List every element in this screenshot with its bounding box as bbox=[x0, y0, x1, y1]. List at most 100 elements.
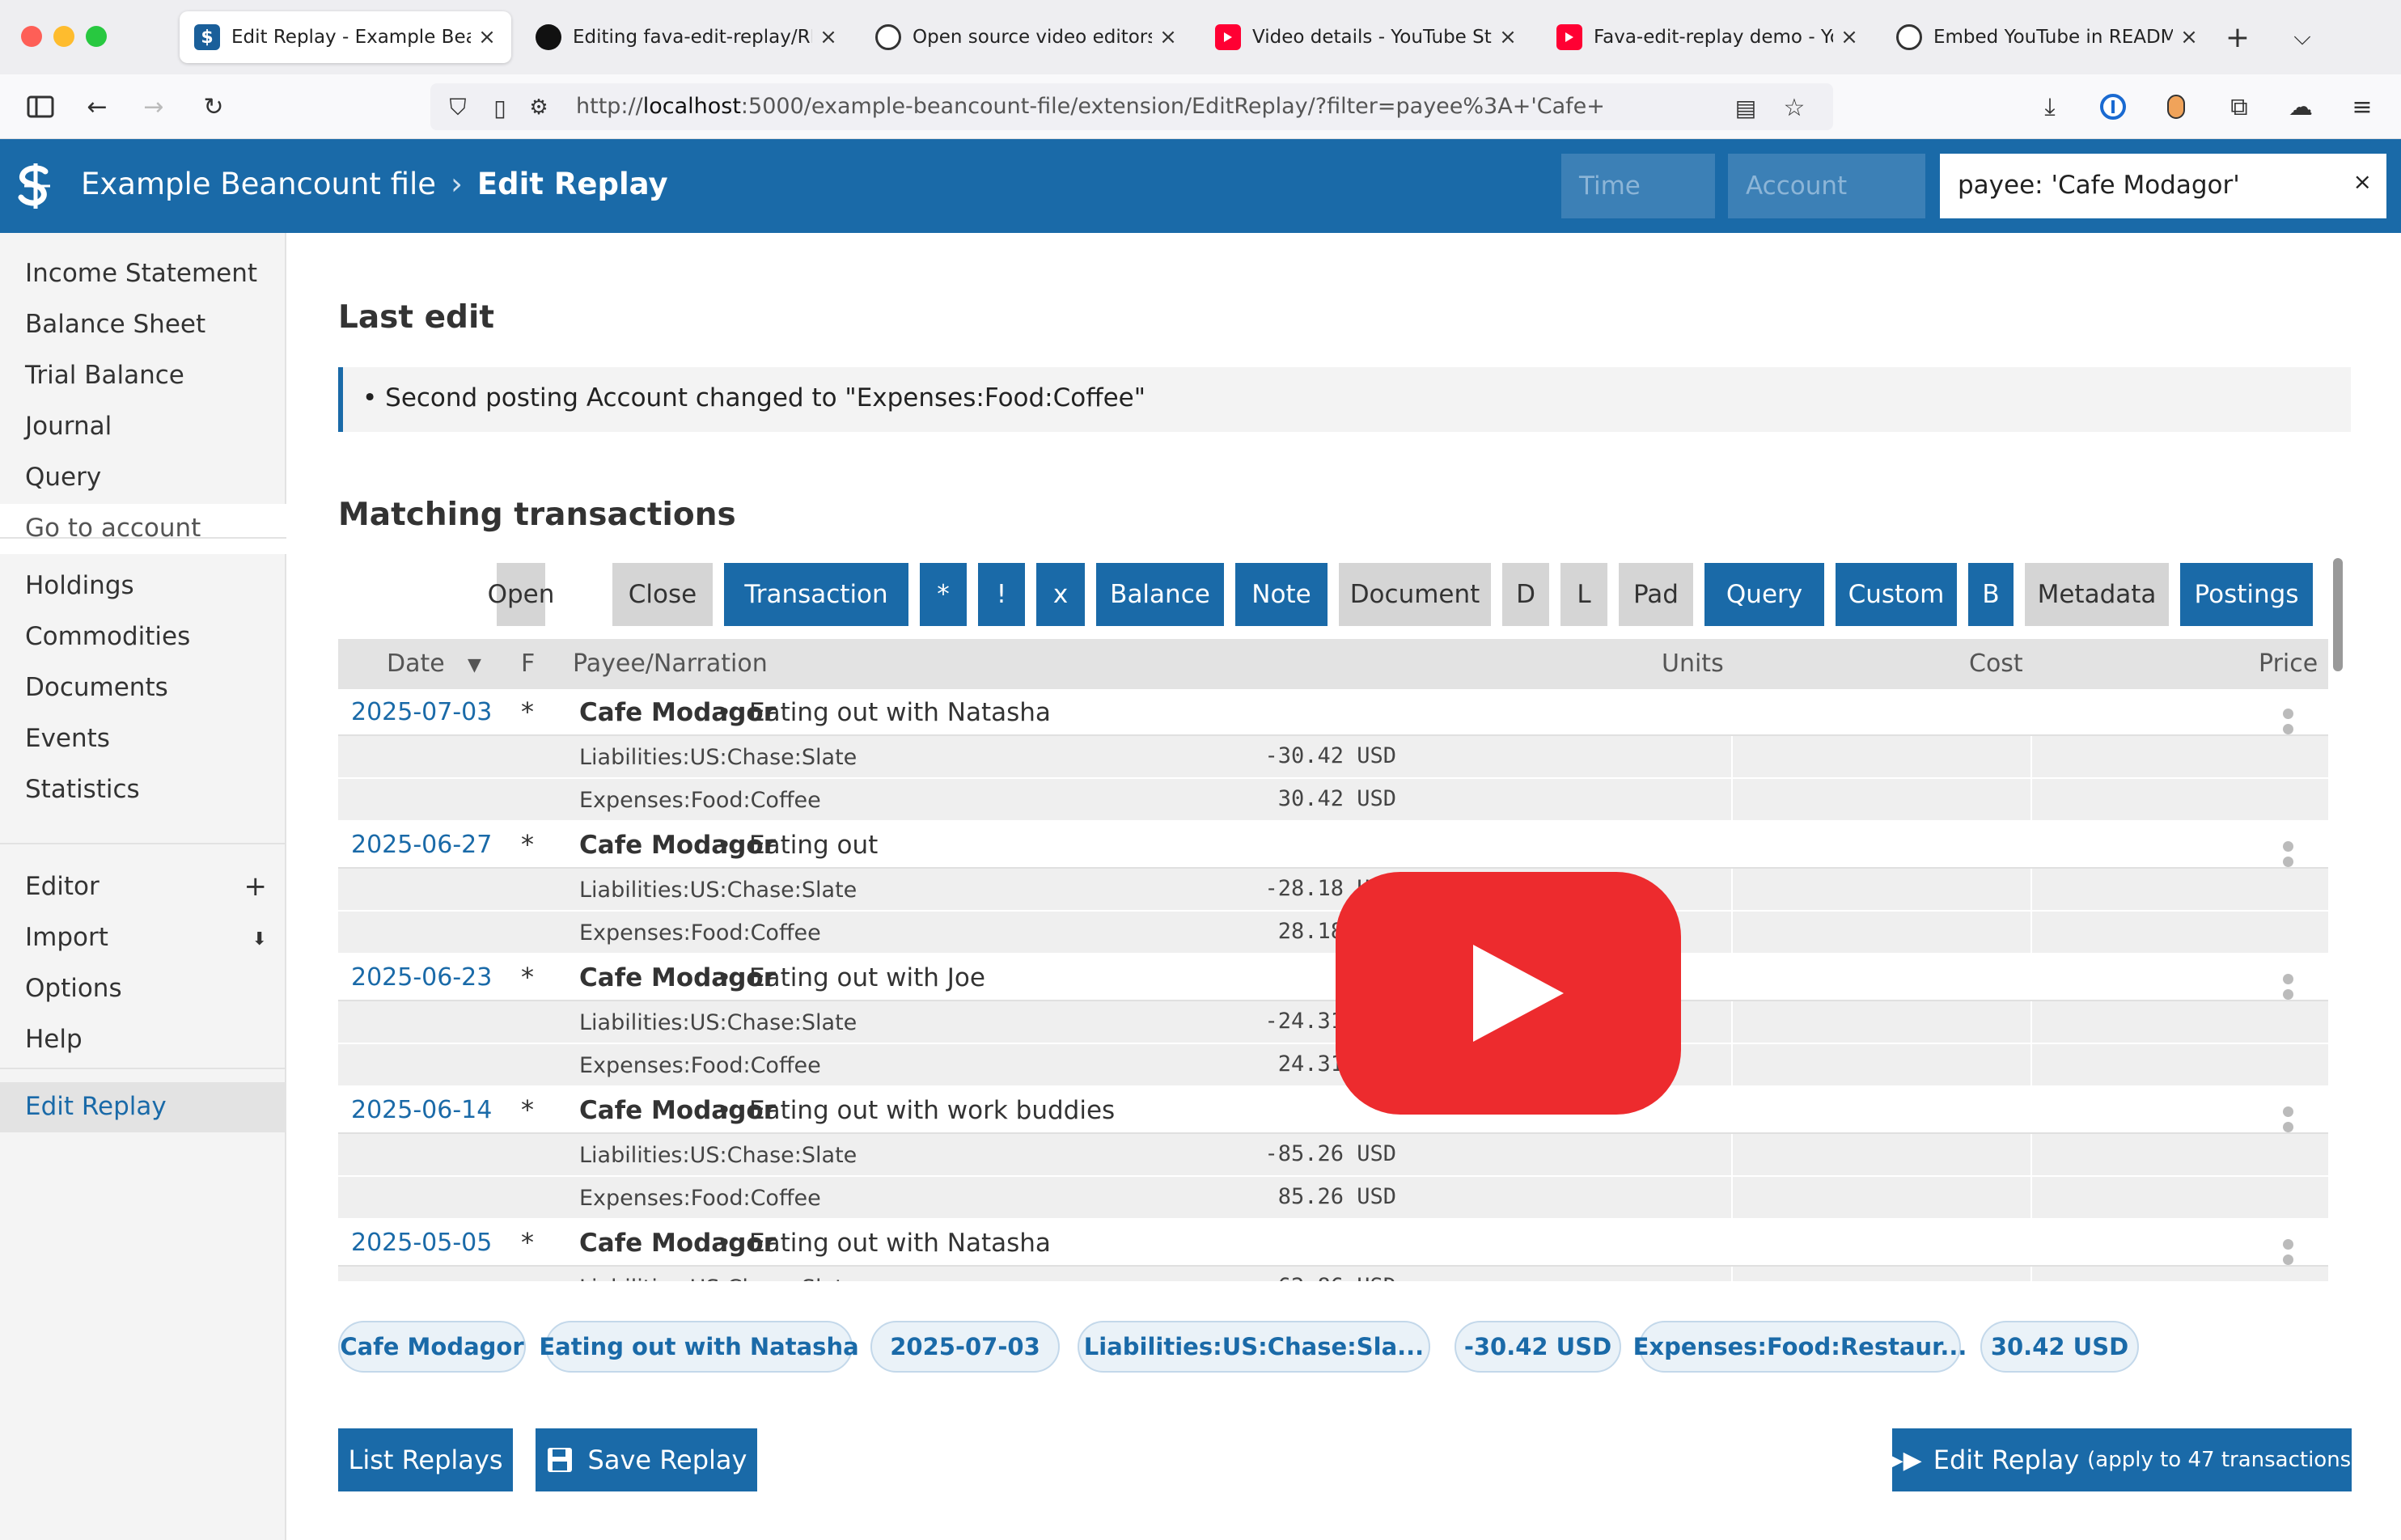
posting-account[interactable]: Liabilities:US:Chase:Slate bbox=[579, 745, 857, 770]
tab-close-icon[interactable]: × bbox=[1840, 25, 1859, 49]
edit-token-chip[interactable]: Liabilities:US:Chase:Sla... bbox=[1078, 1321, 1430, 1373]
sidebar-item-balance-sheet[interactable]: Balance Sheet bbox=[0, 300, 286, 350]
reload-icon[interactable]: ↻ bbox=[196, 89, 231, 125]
sidebar-item-journal[interactable]: Journal bbox=[0, 402, 286, 452]
sidebar-toggle-icon[interactable] bbox=[23, 89, 58, 125]
filter-button-document[interactable]: Document bbox=[1339, 563, 1491, 626]
filter-input[interactable]: payee: 'Cafe Modagor' × bbox=[1940, 154, 2386, 218]
extensions-puzzle-icon[interactable]: ⧉ bbox=[2221, 89, 2257, 125]
permissions-icon[interactable]: ⚙ bbox=[521, 90, 557, 125]
time-filter-input[interactable]: Time bbox=[1561, 154, 1715, 218]
transaction-flag[interactable]: * bbox=[521, 1094, 534, 1125]
sidebar-item-query[interactable]: Query bbox=[0, 453, 286, 503]
posting-account[interactable]: Expenses:Food:Coffee bbox=[579, 1186, 821, 1211]
edit-token-chip[interactable]: Eating out with Natasha bbox=[539, 1321, 859, 1373]
bookmark-star-icon[interactable]: ☆ bbox=[1776, 90, 1812, 125]
transaction-date-link[interactable]: 2025-05-05 bbox=[351, 1229, 492, 1257]
sidebar-item-options[interactable]: Options bbox=[0, 964, 286, 1014]
list-replays-button[interactable]: List Replays bbox=[338, 1428, 513, 1491]
sidebar-item-trial-balance[interactable]: Trial Balance bbox=[0, 351, 286, 401]
posting-account[interactable]: Liabilities:US:Chase:Slate bbox=[579, 1010, 857, 1035]
window-maximize-button[interactable] bbox=[86, 26, 107, 47]
more-options-icon[interactable] bbox=[2283, 840, 2315, 867]
filter-input-value[interactable]: payee: 'Cafe Modagor' bbox=[1958, 171, 2240, 200]
posting-account[interactable]: Expenses:Food:Coffee bbox=[579, 920, 821, 946]
sidebar-item-edit-replay[interactable]: Edit Replay bbox=[0, 1082, 286, 1132]
filter-button-l[interactable]: L bbox=[1560, 563, 1607, 626]
browser-tab[interactable]: $ Edit Replay - Example Beanco × bbox=[180, 11, 511, 63]
transaction-row[interactable]: 2025-06-14 * Cafe Modagor • Eating out with … bbox=[338, 1087, 2328, 1134]
tab-close-icon[interactable]: × bbox=[477, 25, 497, 49]
window-minimize-button[interactable] bbox=[53, 26, 74, 47]
url-text[interactable]: http://localhost:5000/example-beancount-… bbox=[576, 94, 1603, 119]
sidebar-item-events[interactable]: Events bbox=[0, 714, 286, 764]
sidebar-item-income-statement[interactable]: Income Statement bbox=[0, 249, 286, 299]
filter-button-x[interactable]: x bbox=[1036, 563, 1085, 626]
transaction-date-link[interactable]: 2025-07-03 bbox=[351, 698, 492, 726]
transaction-date-link[interactable]: 2025-06-23 bbox=[351, 963, 492, 992]
youtube-play-icon[interactable] bbox=[1336, 872, 1681, 1115]
transaction-flag[interactable]: * bbox=[521, 962, 534, 992]
filter-button-close[interactable]: Close bbox=[612, 563, 713, 626]
hamburger-menu-icon[interactable]: ≡ bbox=[2344, 89, 2380, 125]
sidebar-item-statistics[interactable]: Statistics bbox=[0, 765, 286, 815]
filter-button-note[interactable]: Note bbox=[1235, 563, 1328, 626]
browser-tab[interactable]: Embed YouTube in README × bbox=[1882, 11, 2213, 63]
edit-token-chip[interactable]: 2025-07-03 bbox=[870, 1321, 1060, 1373]
back-arrow-icon[interactable]: ← bbox=[79, 89, 115, 125]
new-tab-plus-icon[interactable]: + bbox=[2220, 19, 2255, 55]
extension-orange-icon[interactable] bbox=[2158, 89, 2194, 125]
edit-replay-button[interactable]: ▶▶ Edit Replay (apply to 47 transactions… bbox=[1885, 1428, 2359, 1491]
filter-button-query[interactable]: Query bbox=[1704, 563, 1824, 626]
downloads-icon[interactable]: ⤓ bbox=[2032, 89, 2068, 125]
browser-tab[interactable]: Open source video editors × bbox=[861, 11, 1192, 63]
posting-account[interactable]: Liabilities:US:Chase:Slate bbox=[579, 1276, 857, 1281]
more-options-icon[interactable] bbox=[2283, 707, 2315, 734]
col-price[interactable]: Price bbox=[2259, 649, 2318, 678]
col-date[interactable]: Date bbox=[387, 649, 445, 678]
edit-token-chip[interactable]: 30.42 USD bbox=[1980, 1321, 2139, 1373]
filter-button-d[interactable]: D bbox=[1502, 563, 1549, 626]
ledger-title-link[interactable]: Example Beancount file bbox=[81, 167, 436, 201]
filter-button-open[interactable]: Open bbox=[488, 563, 554, 626]
save-replay-button[interactable]: Save Replay bbox=[536, 1428, 757, 1491]
add-plus-icon[interactable]: + bbox=[244, 870, 268, 903]
posting-account[interactable]: Expenses:Food:Coffee bbox=[579, 788, 821, 813]
transaction-flag[interactable]: * bbox=[521, 696, 534, 727]
filter-button-flag-star[interactable]: * bbox=[920, 563, 967, 626]
forward-arrow-icon[interactable]: → bbox=[136, 89, 172, 125]
sidebar-item-go-to-account[interactable]: Go to account bbox=[0, 504, 286, 554]
tab-close-icon[interactable]: × bbox=[819, 25, 838, 49]
edit-token-chip[interactable]: Cafe Modagor bbox=[338, 1321, 526, 1373]
url-bar[interactable]: ⛉ ▯ ⚙ http://localhost:5000/example-bean… bbox=[430, 83, 1833, 130]
fava-logo-icon[interactable] bbox=[13, 162, 58, 210]
col-cost[interactable]: Cost bbox=[1969, 649, 2023, 678]
transaction-row[interactable]: 2025-06-27 * Cafe Modagor • Eating out bbox=[338, 822, 2328, 869]
reader-view-icon[interactable]: ▤ bbox=[1728, 90, 1764, 125]
tab-close-icon[interactable]: × bbox=[1158, 25, 1178, 49]
col-payee[interactable]: Payee/Narration bbox=[573, 649, 768, 678]
tab-close-icon[interactable]: × bbox=[1498, 25, 1518, 49]
sidebar-item-help[interactable]: Help bbox=[0, 1015, 286, 1065]
window-close-button[interactable] bbox=[21, 26, 42, 47]
filter-button-transaction[interactable]: Transaction bbox=[724, 563, 908, 626]
transaction-flag[interactable]: * bbox=[521, 829, 534, 860]
filter-button-metadata[interactable]: Metadata bbox=[2025, 563, 2169, 626]
transaction-row[interactable]: 2025-06-23 * Cafe Modagor • Eating out with … bbox=[338, 954, 2328, 1001]
transaction-row[interactable]: 2025-05-05 * Cafe Modagor • Eating out with … bbox=[338, 1220, 2328, 1267]
browser-tab[interactable]: Video details - YouTube Stud × bbox=[1200, 11, 1532, 63]
more-options-icon[interactable] bbox=[2283, 972, 2315, 1000]
tab-close-icon[interactable]: × bbox=[2179, 25, 2199, 49]
col-units[interactable]: Units bbox=[1662, 649, 1724, 678]
browser-tab[interactable]: Fava-edit-replay demo - You × bbox=[1542, 11, 1874, 63]
filter-button-flag-bang[interactable]: ! bbox=[978, 563, 1025, 626]
browser-tab[interactable]: Editing fava-edit-replay/READ × bbox=[521, 11, 853, 63]
filter-button-b[interactable]: B bbox=[1968, 563, 2014, 626]
filter-button-pad[interactable]: Pad bbox=[1619, 563, 1693, 626]
shield-icon[interactable]: ⛉ bbox=[440, 90, 476, 125]
scrollbar-thumb[interactable] bbox=[2333, 558, 2343, 671]
more-options-icon[interactable] bbox=[2283, 1238, 2315, 1265]
posting-account[interactable]: Liabilities:US:Chase:Slate bbox=[579, 1143, 857, 1168]
sidebar-item-editor[interactable]: Editor + bbox=[0, 862, 286, 912]
sidebar-item-commodities[interactable]: Commodities bbox=[0, 612, 286, 662]
